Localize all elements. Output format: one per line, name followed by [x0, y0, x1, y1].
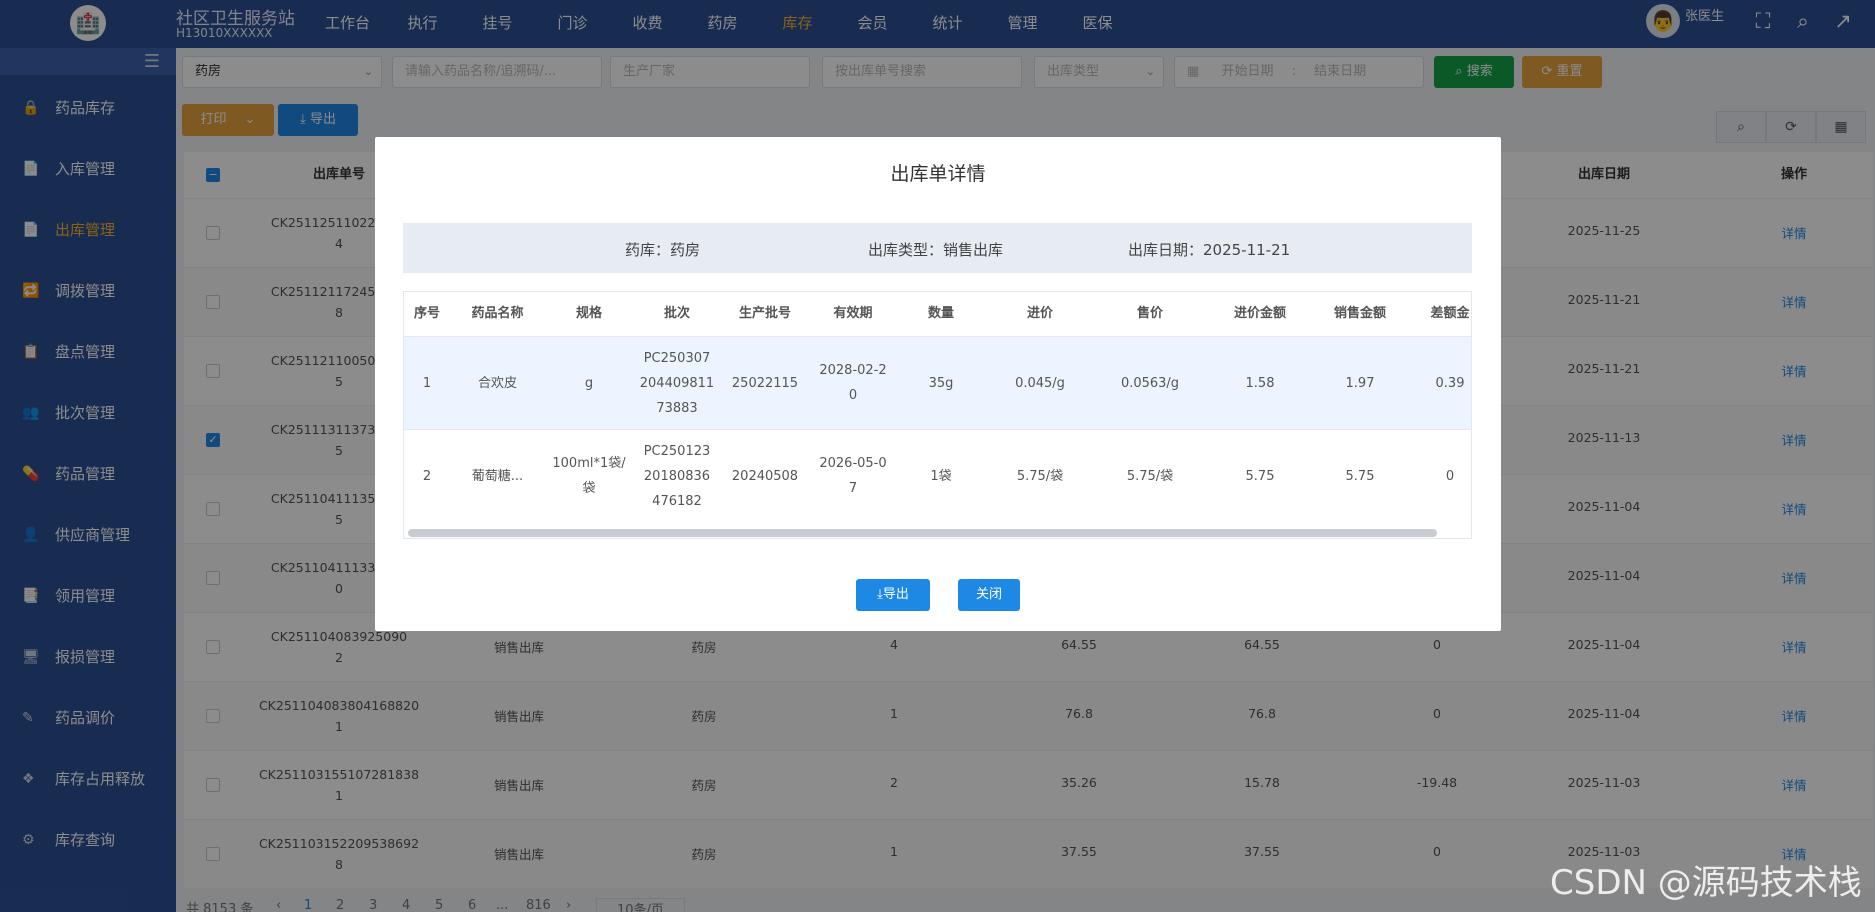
watermark: CSDN @源码技术栈 [1550, 863, 1862, 903]
in-price: 0.045/g [1015, 376, 1065, 391]
sale-amount: 5.75 [1345, 469, 1375, 484]
quantity: 35g [928, 376, 954, 391]
col-drug-name: 药品名称 [471, 306, 524, 321]
batch: PC250123 20180836 476182 [643, 444, 711, 509]
spec: g [584, 376, 594, 391]
col-difference: 差额金 [1430, 306, 1470, 321]
sale-price: 5.75/袋 [1126, 469, 1174, 484]
col-sale-amount: 销售金额 [1333, 306, 1386, 321]
expiry: 2028-02-2 0 [819, 363, 887, 403]
spec: 100ml*1袋/袋 [552, 456, 626, 496]
col-sale-price: 售价 [1136, 306, 1163, 321]
batch: PC250307 204409811 73883 [639, 351, 715, 416]
col-in-amount: 进价金额 [1233, 306, 1286, 321]
in-amount: 5.75 [1245, 469, 1275, 484]
difference: 0.39 [1435, 376, 1465, 391]
detail-table: 序号 药品名称 规格 批次 生产批号 有效期 数量 进价 售价 进价金额 销售金… [403, 291, 1472, 539]
dialog-close-button[interactable]: 关闭 [958, 579, 1020, 611]
horizontal-scrollbar[interactable] [408, 529, 1437, 537]
lot-number: 25022115 [731, 376, 799, 391]
col-batch: 批次 [663, 306, 690, 321]
row-index: 2 [422, 469, 432, 484]
col-in-price: 进价 [1026, 306, 1053, 321]
drug-name: 葡萄糖... [471, 469, 524, 484]
info-bar: 药库：药房 出库类型：销售出库 出库日期：2025-11-21 [403, 223, 1472, 273]
col-index: 序号 [413, 306, 440, 321]
col-lot: 生产批号 [738, 306, 791, 321]
info-type: 出库类型：销售出库 [868, 241, 1004, 259]
sale-amount: 1.97 [1345, 376, 1375, 391]
col-spec: 规格 [575, 306, 602, 321]
difference: 0 [1445, 469, 1455, 484]
detail-row: 2 葡萄糖... 100ml*1袋/袋 PC250123 20180836 4761… [404, 429, 1471, 522]
col-qty: 数量 [927, 306, 954, 321]
dialog-export-button[interactable]: ⤓导出 [856, 579, 930, 611]
detail-row: 1 合欢皮 g PC250307 204409811 73883 25022115 … [404, 336, 1471, 429]
in-amount: 1.58 [1245, 376, 1275, 391]
row-index: 1 [422, 376, 432, 391]
dialog-title: 出库单详情 [890, 163, 986, 185]
info-date: 出库日期：2025-11-21 [1128, 241, 1291, 259]
info-store: 药库：药房 [625, 241, 701, 259]
quantity: 1袋 [930, 469, 952, 484]
expiry: 2026-05-0 7 [819, 456, 887, 496]
sale-price: 0.0563/g [1120, 376, 1180, 391]
drug-name: 合欢皮 [477, 376, 517, 391]
lot-number: 20240508 [731, 469, 799, 484]
outbound-detail-dialog: 出库单详情 药库：药房 出库类型：销售出库 出库日期：2025-11-21 序号… [375, 137, 1501, 631]
in-price: 5.75/袋 [1016, 469, 1064, 484]
col-expiry: 有效期 [833, 306, 873, 321]
